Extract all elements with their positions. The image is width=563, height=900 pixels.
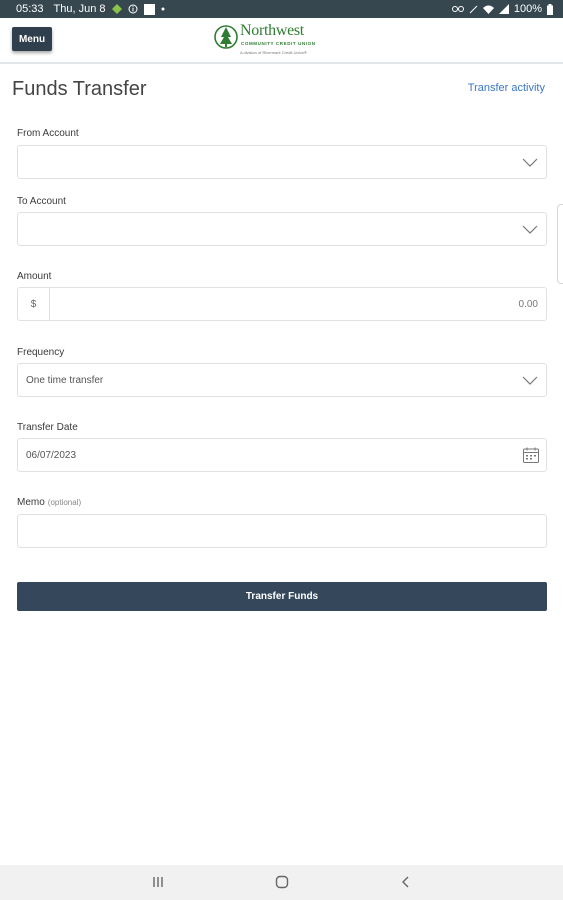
logo-tagline: A division of Rivermark Credit Union® [240,50,307,55]
currency-symbol: $ [18,288,50,320]
calendar-icon[interactable] [522,446,540,464]
to-account-label: To Account [17,196,66,207]
transfer-date-label: Transfer Date [17,422,78,433]
recent-apps-icon[interactable] [150,874,166,890]
android-icon [111,4,122,14]
wifi-icon [482,5,494,14]
back-icon[interactable] [398,874,414,890]
logo[interactable]: Northwest COMMUNITY CREDIT UNION A divis… [214,22,324,60]
square-icon [143,3,155,15]
chevron-down-icon [522,158,538,167]
home-icon[interactable] [274,874,290,890]
frequency-label: Frequency [17,347,65,358]
link-icon [451,5,464,13]
logo-subtitle: COMMUNITY CREDIT UNION [241,41,316,46]
signal-icon [498,4,509,14]
transfer-funds-button[interactable]: Transfer Funds [17,582,547,611]
chevron-down-icon [522,225,538,234]
system-nav-bar [0,865,563,900]
transfer-date-field[interactable]: 06/07/2023 [17,438,547,472]
status-time: 05:33 [16,3,44,15]
memo-label: Memo (optional) [17,497,81,508]
menu-button[interactable]: Menu [12,27,52,51]
dot-icon [161,7,165,11]
logo-name: Northwest [240,22,304,39]
memo-label-text: Memo [17,497,45,508]
transfer-date-value: 06/07/2023 [26,449,77,461]
frequency-value: One time transfer [26,374,104,386]
status-date: Thu, Jun 8 [53,3,106,15]
battery-percent: 100% [513,3,542,15]
mute-icon [469,5,478,14]
memo-optional-hint: (optional) [47,498,82,507]
info-icon [128,4,138,14]
from-account-label: From Account [17,128,79,139]
page-title: Funds Transfer [12,78,147,100]
amount-input[interactable]: 0.00 [50,299,546,310]
app-header: Menu Northwest COMMUNITY CREDIT UNION A … [0,18,563,64]
tree-logo-icon [214,25,238,49]
memo-input[interactable] [17,514,547,548]
amount-field[interactable]: $ 0.00 [17,287,547,321]
to-account-select[interactable] [17,212,547,246]
amount-label: Amount [17,271,52,282]
transfer-activity-link[interactable]: Transfer activity [468,82,545,94]
from-account-select[interactable] [17,145,547,179]
chevron-down-icon [522,376,538,385]
frequency-select[interactable]: One time transfer [17,363,547,397]
status-bar: 05:33 Thu, Jun 8 100% [0,0,563,18]
battery-icon [547,3,553,15]
edge-handle[interactable] [557,204,563,284]
